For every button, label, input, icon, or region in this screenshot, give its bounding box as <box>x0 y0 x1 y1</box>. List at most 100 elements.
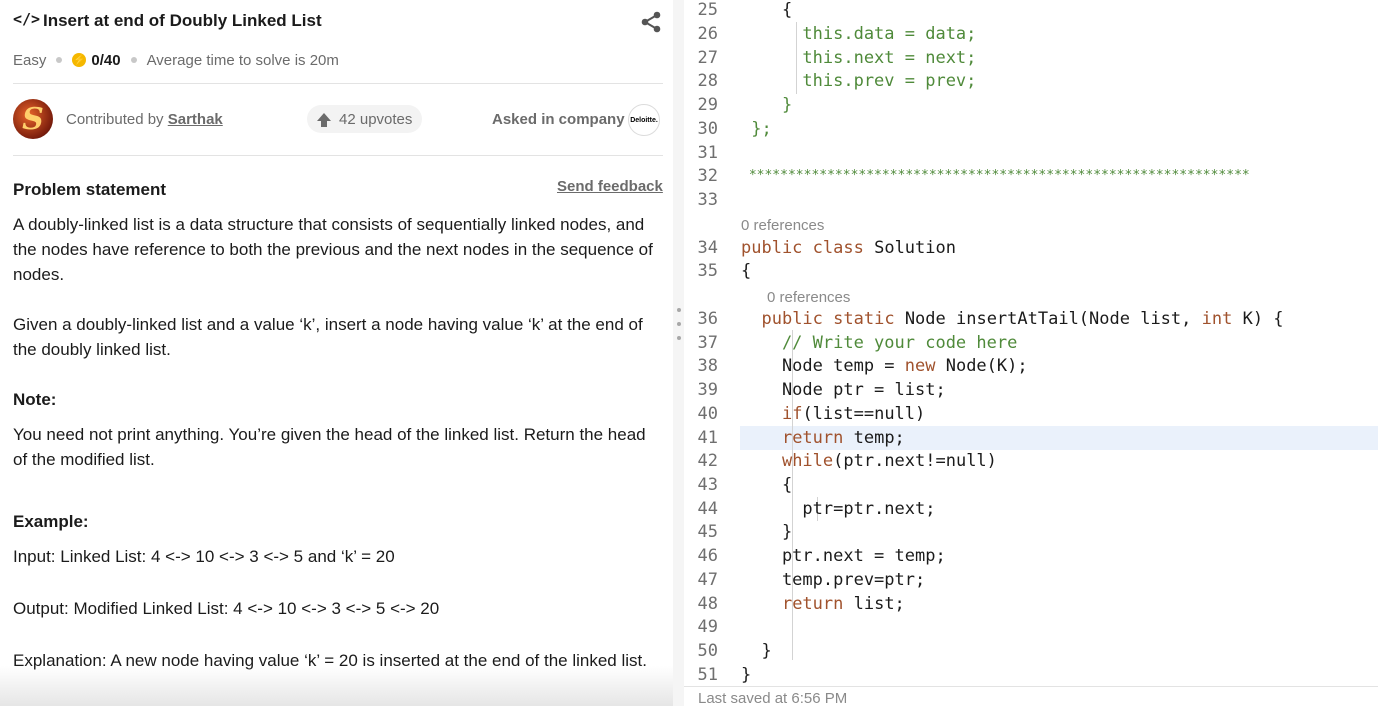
grip-dot <box>677 322 681 326</box>
share-icon[interactable] <box>639 10 663 34</box>
code-text: }; <box>741 119 772 139</box>
code-text: { <box>741 261 752 281</box>
line-number: 39 <box>697 380 718 400</box>
line-number: 32 <box>697 166 718 186</box>
code-editor[interactable]: 25 { 26 this.data = data; 27 this.next =… <box>684 0 1378 706</box>
avatar[interactable]: S <box>13 99 53 139</box>
problem-meta: Easy ⚡ 0/40 Average time to solve is 20m <box>13 50 339 70</box>
note-heading: Note: <box>13 390 57 409</box>
upvote-icon <box>317 113 331 127</box>
code-text: // Write your code here <box>741 333 1018 353</box>
code-text: public static Node insertAtTail(Node lis… <box>761 309 1284 329</box>
code-line: 50 } <box>684 639 1378 663</box>
code-text: return temp; <box>781 428 905 448</box>
code-line: 33 <box>684 188 1378 212</box>
code-line: 46 ptr.next = temp; <box>684 544 1378 568</box>
avatar-letter: S <box>22 101 44 137</box>
example-explanation: Explanation: A new node having value ‘k’… <box>13 651 647 670</box>
line-number: 49 <box>697 617 718 637</box>
send-feedback-link[interactable]: Send feedback <box>557 178 663 195</box>
coin-icon: ⚡ <box>72 53 87 67</box>
code-line: 32 *************************************… <box>684 164 1378 188</box>
title-row: </> Insert at end of Doubly Linked List <box>13 10 663 34</box>
line-number: 30 <box>697 119 718 139</box>
code-line: 45 } <box>684 520 1378 544</box>
contributor-link[interactable]: Sarthak <box>168 111 223 128</box>
avg-time-label: Average time to solve is 20m <box>146 51 339 69</box>
code-line: 30 }; <box>684 117 1378 141</box>
problem-title: Insert at end of Doubly Linked List <box>43 11 322 30</box>
code-text: } <box>741 522 793 542</box>
code-text: while(ptr.next!=null) <box>781 451 997 471</box>
code-lens-references[interactable]: 0 references <box>767 289 850 306</box>
line-number: 37 <box>697 333 718 353</box>
statement-paragraph: A doubly-linked list is a data structure… <box>13 215 653 284</box>
code-line: 48 return list; <box>684 592 1378 616</box>
line-number: 47 <box>697 570 718 590</box>
code-text: ****************************************… <box>741 168 1250 183</box>
code-line: 47 temp.prev=ptr; <box>684 568 1378 592</box>
line-number: 26 <box>697 24 718 44</box>
code-line: 42 while(ptr.next!=null) <box>684 449 1378 473</box>
code-lens-references[interactable]: 0 references <box>741 217 824 234</box>
code-line: 41 return temp; <box>684 426 1378 450</box>
code-text: Node temp = new Node(K); <box>741 356 1028 376</box>
code-text: if(list==null) <box>781 404 926 424</box>
code-text: { <box>741 475 793 495</box>
line-number: 44 <box>697 499 718 519</box>
line-number: 25 <box>697 0 718 20</box>
line-number: 27 <box>697 48 718 68</box>
line-number: 48 <box>697 594 718 614</box>
line-number: 34 <box>697 238 718 258</box>
code-line: 37 // Write your code here <box>684 331 1378 355</box>
code-text: this.data = data; <box>741 24 977 44</box>
code-line: 29 } <box>684 93 1378 117</box>
code-line: 26 this.data = data; <box>684 22 1378 46</box>
code-text: this.next = next; <box>741 48 977 68</box>
company-logo[interactable]: Deloitte. <box>628 104 660 136</box>
code-line: 39 Node ptr = list; <box>684 378 1378 402</box>
upvote-button[interactable]: 42 upvotes <box>307 105 423 133</box>
company-logo-text: Deloitte. <box>630 116 658 124</box>
statement-paragraph: Given a doubly-linked list and a value ‘… <box>13 315 643 359</box>
code-line: 34 public class Solution <box>684 236 1378 260</box>
separator-dot <box>130 57 137 63</box>
editor-footer-divider <box>684 686 1378 687</box>
code-line: 40 if(list==null) <box>684 402 1378 426</box>
score-label: 0/40 <box>91 51 121 69</box>
code-text: } <box>741 665 752 685</box>
code-line: 43 { <box>684 473 1378 497</box>
code-text: { <box>741 0 793 20</box>
example-output: Output: Modified Linked List: 4 <-> 10 <… <box>13 599 440 618</box>
line-number: 50 <box>697 641 718 661</box>
code-text: public class Solution <box>741 238 956 258</box>
contributed-by: Contributed by Sarthak <box>66 111 223 128</box>
panel-splitter[interactable] <box>673 0 684 706</box>
code-text: return list; <box>781 594 905 614</box>
code-line: 36 public static Node insertAtTail(Node … <box>684 307 1378 331</box>
code-line: 35 { <box>684 259 1378 283</box>
code-text: } <box>741 95 793 115</box>
example-input: Input: Linked List: 4 <-> 10 <-> 3 <-> 5… <box>13 547 395 566</box>
code-line: 27 this.next = next; <box>684 46 1378 70</box>
code-icon: </> <box>13 10 41 28</box>
line-number: 45 <box>697 522 718 542</box>
upvote-count: 42 upvotes <box>339 110 413 128</box>
code-line: 51} <box>684 663 1378 687</box>
code-text: temp.prev=ptr; <box>741 570 926 590</box>
line-number: 51 <box>697 665 718 685</box>
line-number: 40 <box>697 404 718 424</box>
last-saved-status: Last saved at 6:56 PM <box>698 690 848 706</box>
code-line: 25 { <box>684 0 1378 22</box>
code-line: 44 ptr=ptr.next; <box>684 497 1378 521</box>
code-text: this.prev = prev; <box>741 71 977 91</box>
note-paragraph: You need not print anything. You’re give… <box>13 425 646 469</box>
line-number: 28 <box>697 71 718 91</box>
code-text: } <box>741 641 772 661</box>
line-number: 42 <box>697 451 718 471</box>
code-text: Node ptr = list; <box>741 380 946 400</box>
problem-statement-title: Problem statement <box>13 180 167 199</box>
code-line: 49 <box>684 615 1378 639</box>
code-text: ptr=ptr.next; <box>741 499 936 519</box>
problem-panel: </> Insert at end of Doubly Linked List … <box>0 0 673 706</box>
